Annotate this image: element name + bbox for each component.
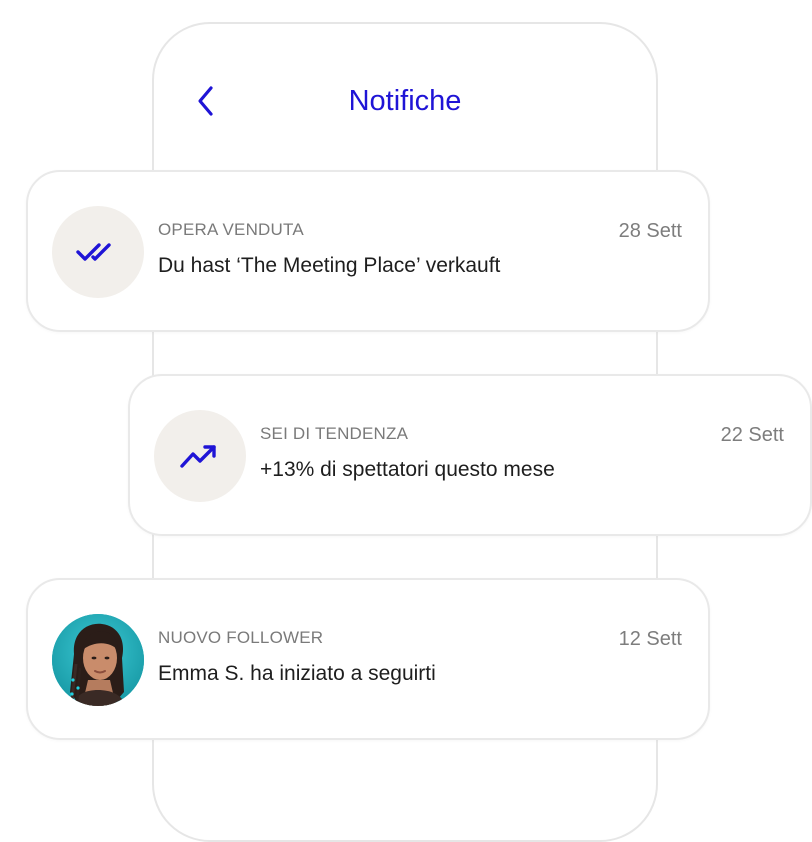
notification-date: 28 Sett <box>618 220 682 242</box>
notification-card-follower[interactable]: NUOVO FOLLOWER 12 Sett Emma S. ha inizia… <box>26 578 710 740</box>
notification-label: SEI DI TENDENZA <box>260 424 409 443</box>
notification-card-sold[interactable]: OPERA VENDUTA 28 Sett Du hast ‘The Meeti… <box>26 170 710 332</box>
notification-card-trending[interactable]: SEI DI TENDENZA 22 Sett +13% di spettato… <box>128 374 812 536</box>
notification-date: 12 Sett <box>618 628 682 650</box>
chevron-left-icon <box>198 86 213 116</box>
notification-label: NUOVO FOLLOWER <box>158 628 324 647</box>
notification-message: +13% di spettatori questo mese <box>260 458 555 481</box>
notification-message: Du hast ‘The Meeting Place’ verkauft <box>158 254 501 277</box>
icon-circle <box>52 206 144 298</box>
notification-message: Emma S. ha iniziato a seguirti <box>158 662 436 685</box>
icon-circle <box>154 410 246 502</box>
notification-date: 22 Sett <box>720 424 784 446</box>
avatar[interactable] <box>52 614 144 706</box>
trending-up-icon <box>180 445 216 468</box>
page-title: Notifiche <box>348 85 462 117</box>
back-button[interactable] <box>190 82 222 120</box>
notification-label: OPERA VENDUTA <box>158 220 304 239</box>
double-check-icon <box>76 243 111 261</box>
avatar-image <box>52 614 144 706</box>
